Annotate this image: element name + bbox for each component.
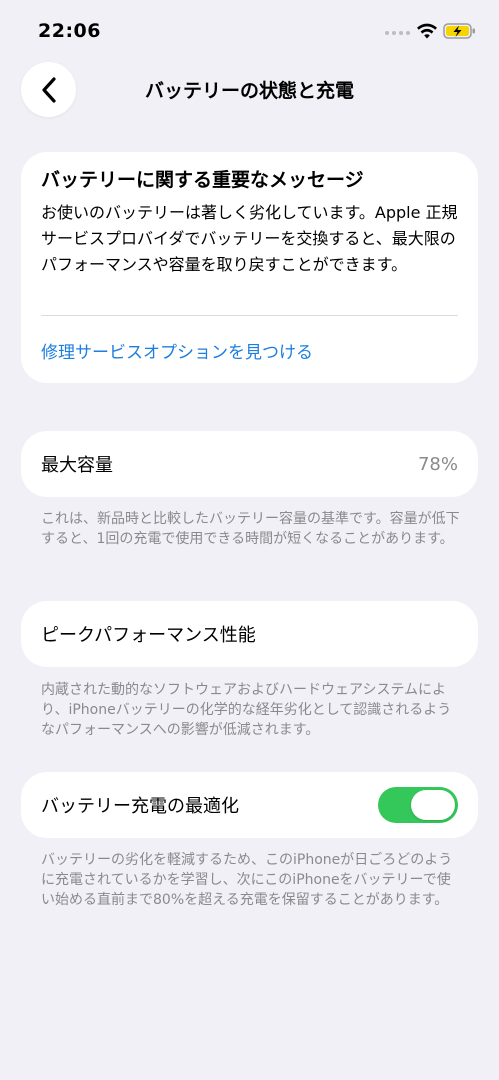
find-repair-options-link[interactable]: 修理サービスオプションを見つける [41,338,313,363]
max-capacity-footnote: これは、新品時と比較したバッテリー容量の基準です。容量が低下すると、1回の充電で… [41,511,460,547]
toggle-knob [411,790,455,820]
battery-charging-icon [443,23,475,39]
chevron-left-icon [41,76,56,103]
max-capacity-value: 78% [417,453,458,475]
divider [41,315,458,316]
status-time: 22:06 [38,20,101,42]
important-message-card: バッテリーに関する重要なメッセージ お使いのバッテリーは著しく劣化しています。A… [21,152,478,383]
peak-performance-label: ピークパフォーマンス性能 [41,625,256,646]
message-body: お使いのバッテリーは著しく劣化しています。Apple 正規サービスプロバイダでバ… [41,203,458,274]
peak-performance-footnote: 内蔵された動的なソフトウェアおよびハードウェアシステムにより、iPhoneバッテ… [41,682,452,738]
message-title: バッテリーに関する重要なメッセージ [41,169,364,191]
page-title: バッテリーの状態と充電 [144,80,354,102]
charging-optimization-footnote: バッテリーの劣化を軽減するため、このiPhoneが日ごろどのように充電されている… [41,852,453,908]
wifi-icon [417,23,437,39]
peak-performance-row: ピークパフォーマンス性能 [21,601,478,667]
max-capacity-row: 最大容量 78% [21,431,478,497]
back-button[interactable] [21,62,76,117]
charging-optimization-toggle[interactable] [378,787,458,823]
status-bar: 22:06 [0,0,499,62]
charging-optimization-label: バッテリー充電の最適化 [41,796,239,817]
max-capacity-label: 最大容量 [41,455,113,476]
signal-dots-icon [385,31,410,35]
charging-optimization-row: バッテリー充電の最適化 [21,772,478,838]
